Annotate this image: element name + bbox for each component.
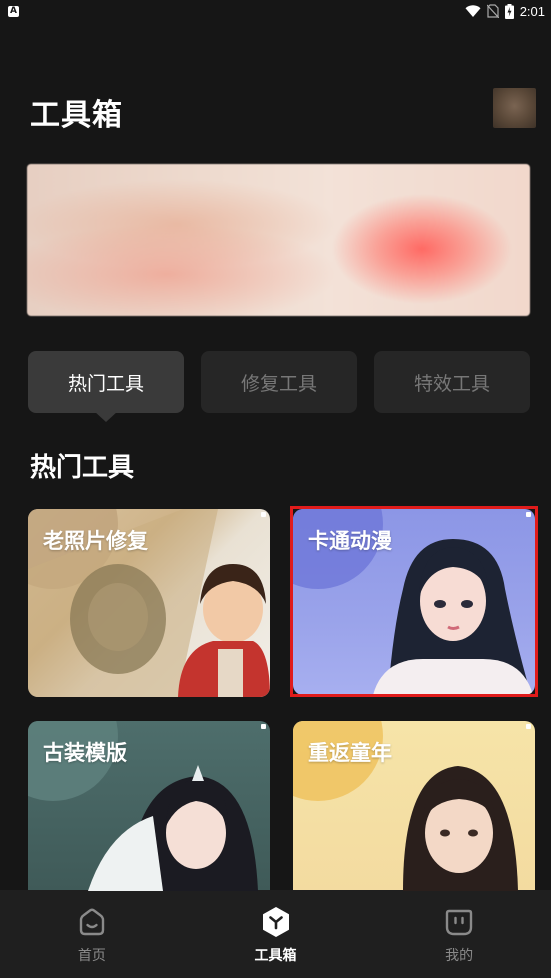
card-corner-mark: [261, 512, 266, 517]
active-tab-pointer: [94, 411, 118, 422]
battery-charging-icon: [504, 3, 514, 19]
card-corner-mark: [526, 724, 531, 729]
nav-item-profile[interactable]: 我的: [367, 890, 551, 978]
nav-item-toolbox[interactable]: 工具箱: [184, 890, 368, 978]
nav-item-home[interactable]: 首页: [0, 890, 184, 978]
nav-label: 我的: [445, 948, 474, 964]
profile-face-icon: [444, 907, 474, 937]
selection-highlight: [290, 506, 538, 697]
tool-card-return-childhood[interactable]: 重返童年: [293, 721, 535, 891]
status-bar: A 2:01: [0, 0, 551, 22]
status-left: A: [8, 5, 19, 17]
home-face-icon: [77, 907, 107, 937]
nav-label: 首页: [77, 948, 106, 964]
card-label: 古装模版: [43, 741, 127, 765]
tool-card-old-photo-restore[interactable]: 老照片修复: [28, 509, 270, 697]
clock: 2:01: [519, 3, 545, 19]
nav-label: 工具箱: [254, 948, 297, 964]
tab-effect-tools[interactable]: 特效工具: [374, 351, 530, 413]
no-sim-icon: [486, 4, 499, 18]
page-title: 工具箱: [30, 98, 123, 133]
tab-hot-tools[interactable]: 热门工具: [28, 351, 184, 413]
tab-repair-tools[interactable]: 修复工具: [201, 351, 357, 413]
status-right: 2:01: [465, 3, 545, 19]
promo-banner[interactable]: [27, 164, 530, 316]
toolbox-hexagon-icon: [261, 907, 291, 937]
bottom-nav: 首页 工具箱 我的: [0, 890, 551, 978]
wifi-icon: [465, 4, 481, 17]
card-label: 重返童年: [308, 741, 392, 765]
section-title: 热门工具: [30, 453, 135, 483]
card-corner-mark: [261, 724, 266, 729]
card-label: 老照片修复: [43, 529, 148, 553]
app-notification-icon: A: [8, 5, 19, 17]
category-tabs: 热门工具 修复工具 特效工具: [28, 351, 530, 422]
avatar[interactable]: [493, 88, 536, 128]
tool-card-ancient-costume[interactable]: 古装模版: [28, 721, 270, 891]
